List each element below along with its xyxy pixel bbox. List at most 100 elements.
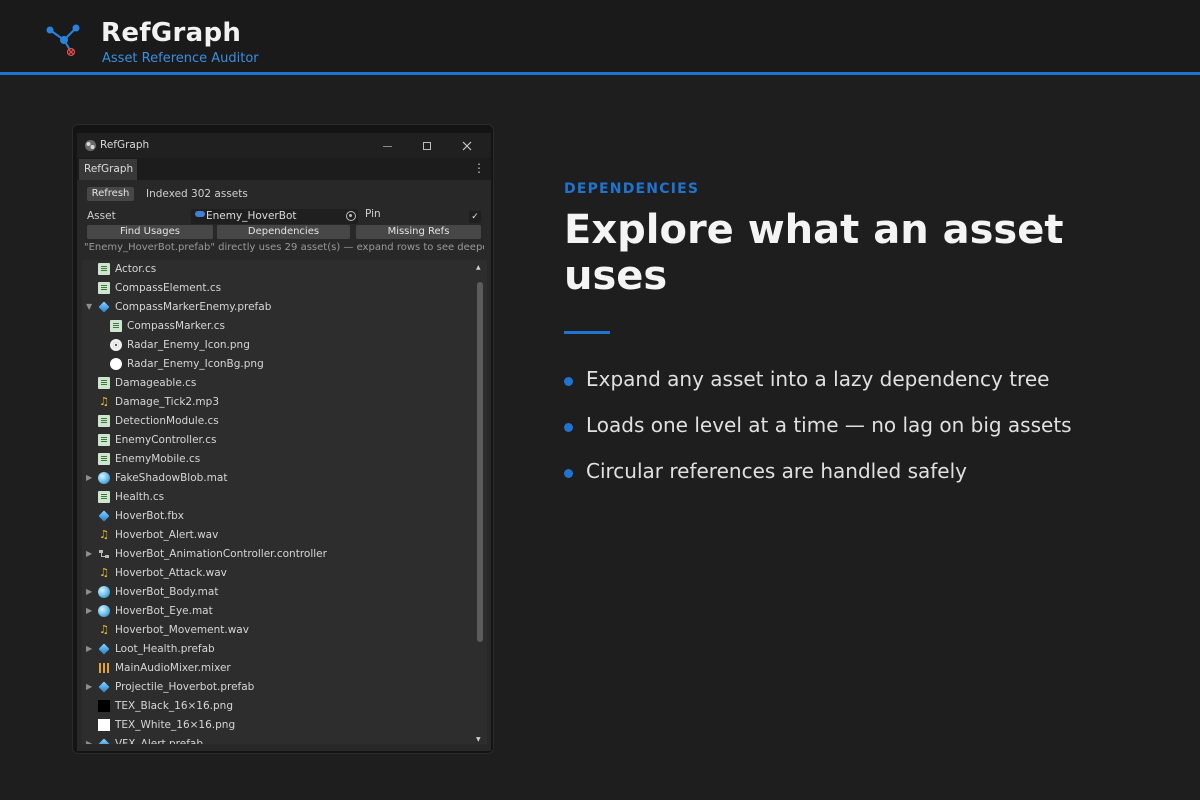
ring-texture-icon <box>110 339 122 351</box>
tree-row[interactable]: TEX_White_16×16.png <box>82 716 472 735</box>
animator-icon <box>98 548 110 560</box>
close-button[interactable] <box>457 137 477 154</box>
script-icon <box>98 453 110 465</box>
app-title: RefGraph <box>101 18 242 48</box>
tree-row[interactable]: MainAudioMixer.mixer <box>82 659 472 678</box>
refresh-button[interactable]: Refresh <box>87 187 134 201</box>
prefab-icon <box>98 301 110 313</box>
tree-row[interactable]: ▶ HoverBot_Eye.mat <box>82 602 472 621</box>
scroll-down-arrow-icon[interactable]: ▼ <box>476 736 481 743</box>
bullet-dot-icon <box>564 469 573 478</box>
tree-row[interactable]: ▶ HoverBot_AnimationController.controller <box>82 545 472 564</box>
tab-strip: RefGraph ⋮ <box>77 158 491 180</box>
collapsed-arrow-icon[interactable]: ▶ <box>86 645 94 653</box>
feature-bullet-text: Expand any asset into a lazy dependency … <box>586 367 1050 391</box>
collapsed-arrow-icon[interactable]: ▶ <box>86 550 94 558</box>
tab-menu-icon[interactable]: ⋮ <box>473 161 485 175</box>
tree-row[interactable]: ♫ Hoverbot_Attack.wav <box>82 564 472 583</box>
asset-label: Asset <box>87 210 116 222</box>
tree-row[interactable]: ♫ Hoverbot_Alert.wav <box>82 526 472 545</box>
audio-icon: ♫ <box>99 566 109 579</box>
tree-row[interactable]: CompassElement.cs <box>82 279 472 298</box>
window-titlebar[interactable]: RefGraph <box>77 133 491 158</box>
tree-row[interactable]: DetectionModule.cs <box>82 412 472 431</box>
tree-row[interactable]: ♫ Damage_Tick2.mp3 <box>82 393 472 412</box>
app-header: RefGraph Asset Reference Auditor <box>0 0 1200 75</box>
tree-row-label: Hoverbot_Attack.wav <box>115 567 227 579</box>
tab-refgraph[interactable]: RefGraph <box>79 159 137 180</box>
tree-row[interactable]: HoverBot.fbx <box>82 507 472 526</box>
script-icon <box>98 491 110 503</box>
scrollbar-thumb[interactable] <box>477 282 483 642</box>
expanded-arrow-icon[interactable]: ▼ <box>86 303 94 311</box>
tree-row[interactable]: ▶ FakeShadowBlob.mat <box>82 469 472 488</box>
collapsed-arrow-icon[interactable]: ▶ <box>86 474 94 482</box>
tree-row-label: Radar_Enemy_Icon.png <box>127 339 250 351</box>
tree-row-label: HoverBot.fbx <box>115 510 184 522</box>
tree-row-label: Radar_Enemy_IconBg.png <box>127 358 264 370</box>
model-icon <box>98 510 110 522</box>
dependency-tree[interactable]: Actor.cs CompassElement.cs ▼ CompassMarkerE… <box>82 260 487 744</box>
pin-toggle[interactable]: ✓ <box>469 211 481 223</box>
tree-row-label: CompassMarkerEnemy.prefab <box>115 301 272 313</box>
find-usages-button[interactable]: Find Usages <box>87 225 213 239</box>
window-title: RefGraph <box>100 139 150 151</box>
tree-row-label: HoverBot_Eye.mat <box>115 605 213 617</box>
collapsed-arrow-icon[interactable]: ▶ <box>86 588 94 596</box>
asset-object-field[interactable]: Enemy_HoverBot <box>191 209 358 224</box>
tree-row-label: EnemyController.cs <box>115 434 217 446</box>
feature-bullet-text: Circular references are handled safely <box>586 459 967 483</box>
dependency-summary: "Enemy_HoverBot.prefab" directly uses 29… <box>84 242 484 253</box>
tree-row[interactable]: EnemyController.cs <box>82 431 472 450</box>
asset-object-value: Enemy_HoverBot <box>206 210 297 222</box>
prefab-variant-icon <box>195 211 205 217</box>
tree-row-label: Damage_Tick2.mp3 <box>115 396 220 408</box>
tree-row[interactable]: TEX_Black_16×16.png <box>82 697 472 716</box>
prefab-icon <box>98 643 110 655</box>
editor-window: RefGraph RefGraph ⋮ Refresh Indexed 302 … <box>72 124 494 754</box>
tree-row[interactable]: EnemyMobile.cs <box>82 450 472 469</box>
tree-row[interactable]: ▶ HoverBot_Body.mat <box>82 583 472 602</box>
collapsed-arrow-icon[interactable]: ▶ <box>86 683 94 691</box>
tree-row[interactable]: ♫ Hoverbot_Movement.wav <box>82 621 472 640</box>
minimize-button[interactable] <box>377 137 397 154</box>
tree-row[interactable]: ▶ Loot_Health.prefab <box>82 640 472 659</box>
tree-row[interactable]: Damageable.cs <box>82 374 472 393</box>
object-picker-icon[interactable] <box>346 211 356 221</box>
tree-row[interactable]: Radar_Enemy_IconBg.png <box>82 355 472 374</box>
tree-row[interactable]: ▼ CompassMarkerEnemy.prefab <box>82 298 472 317</box>
tree-row[interactable]: ▶ VFX_Alert.prefab <box>82 735 472 744</box>
tree-row-label: TEX_Black_16×16.png <box>115 700 233 712</box>
script-icon <box>98 415 110 427</box>
tree-row-label: Loot_Health.prefab <box>115 643 215 655</box>
tree-row-label: Damageable.cs <box>115 377 197 389</box>
black-texture-icon <box>98 700 110 712</box>
missing-refs-button[interactable]: Missing Refs <box>356 225 481 239</box>
scroll-up-arrow-icon[interactable]: ▲ <box>476 264 481 271</box>
mixer-icon <box>98 662 110 674</box>
bullet-dot-icon <box>564 377 573 386</box>
script-icon <box>98 377 110 389</box>
script-icon <box>98 282 110 294</box>
tree-row[interactable]: Health.cs <box>82 488 472 507</box>
tree-scrollbar[interactable]: ▲ ▼ <box>475 264 485 748</box>
material-icon <box>98 586 110 598</box>
minimize-icon <box>382 145 392 147</box>
tree-row[interactable]: Actor.cs <box>82 260 472 279</box>
dependencies-button[interactable]: Dependencies <box>217 225 350 239</box>
white-circle-texture-icon <box>110 358 122 370</box>
section-headline: Explore what an asset uses <box>564 207 1064 299</box>
tree-row-label: CompassMarker.cs <box>127 320 225 332</box>
collapsed-arrow-icon[interactable]: ▶ <box>86 607 94 615</box>
tree-row[interactable]: Radar_Enemy_Icon.png <box>82 336 472 355</box>
tree-row[interactable]: ▶ Projectile_Hoverbot.prefab <box>82 678 472 697</box>
audio-icon: ♫ <box>99 395 109 408</box>
tree-row[interactable]: CompassMarker.cs <box>82 317 472 336</box>
script-icon <box>98 434 110 446</box>
editor-window-body: RefGraph RefGraph ⋮ Refresh Indexed 302 … <box>77 133 491 751</box>
collapsed-arrow-icon[interactable]: ▶ <box>86 740 94 745</box>
tree-row-label: CompassElement.cs <box>115 282 222 294</box>
maximize-button[interactable] <box>417 137 437 154</box>
material-icon <box>98 605 110 617</box>
pin-label: Pin <box>365 208 381 220</box>
